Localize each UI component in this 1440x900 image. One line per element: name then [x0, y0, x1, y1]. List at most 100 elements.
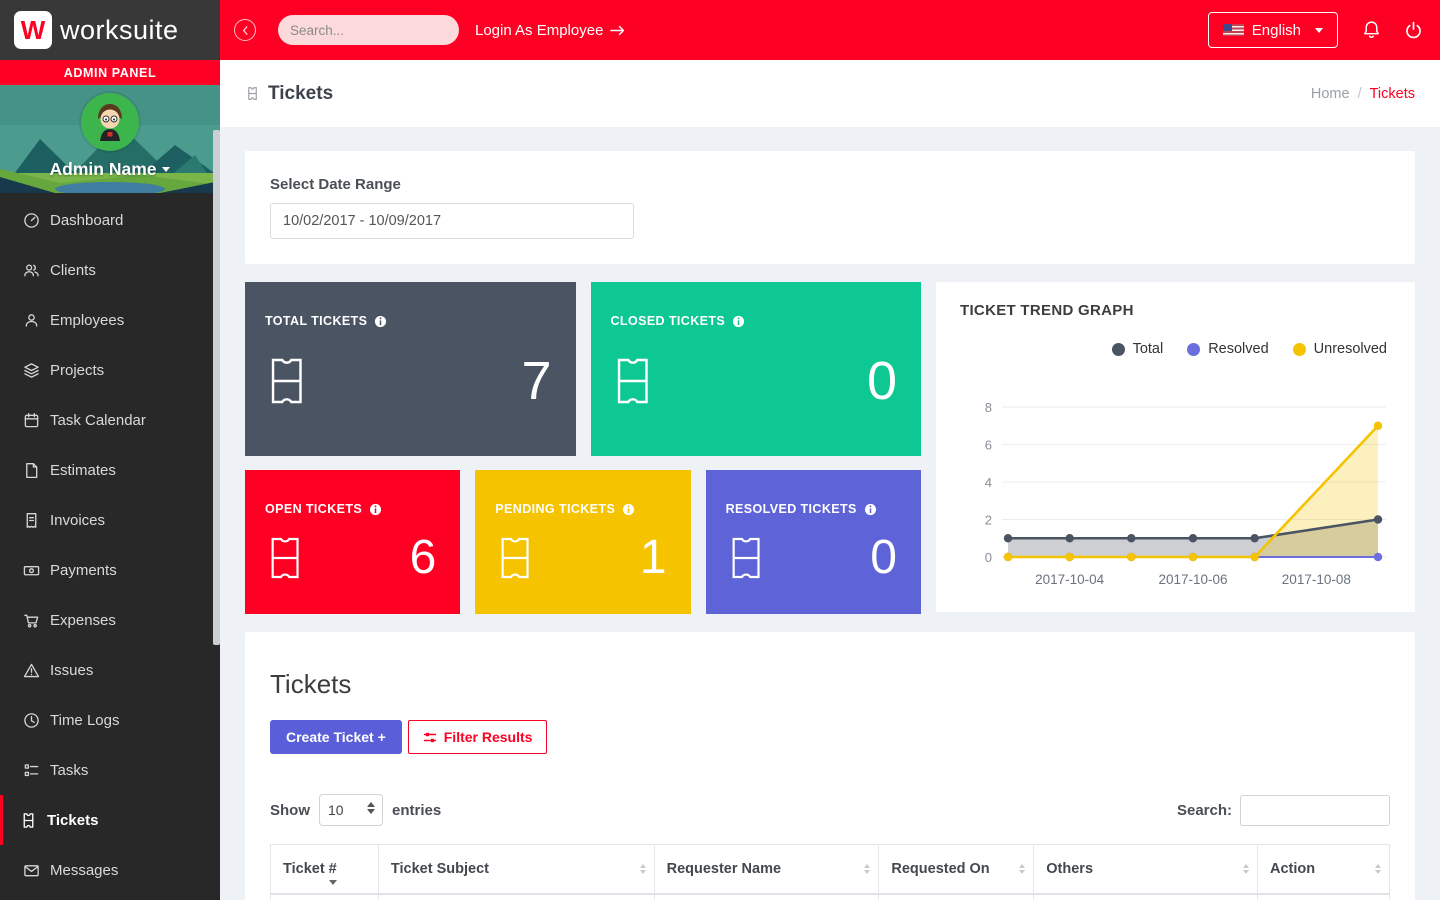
- tickets-heading: Tickets: [270, 669, 1390, 700]
- breadcrumb-current: Tickets: [1370, 86, 1415, 102]
- table-search-input[interactable]: [1240, 795, 1390, 826]
- main-content: Tickets Home / Tickets Select Date Range…: [220, 60, 1440, 900]
- content-area: Select Date Range TOTAL TICKETS 7: [220, 127, 1440, 900]
- svg-text:8: 8: [985, 400, 992, 415]
- sidebar-item-tickets[interactable]: Tickets: [0, 795, 220, 845]
- chevron-down-icon: [1315, 28, 1323, 33]
- cell-subject: Ticket 7: [378, 894, 654, 900]
- sidebar-item-task-calendar[interactable]: Task Calendar: [0, 395, 220, 445]
- column-header-action[interactable]: Action: [1258, 845, 1390, 895]
- arrow-right-icon: [610, 24, 626, 37]
- sidebar-item-dashboard[interactable]: Dashboard: [0, 195, 220, 245]
- column-header-ticket-no[interactable]: Ticket #: [271, 845, 379, 895]
- table-search-label: Search:: [1177, 802, 1232, 819]
- users-icon: [23, 262, 40, 279]
- layers-icon: [23, 362, 40, 379]
- info-icon[interactable]: [374, 315, 387, 328]
- clock-icon: [23, 712, 40, 729]
- legend-dot-resolved: [1187, 343, 1200, 356]
- topbar: W worksuite Login As Employee English: [0, 0, 1440, 60]
- user-menu[interactable]: Admin Name: [50, 159, 171, 180]
- ticket-icon: [499, 535, 537, 581]
- sidebar-item-messages[interactable]: Messages: [0, 845, 220, 895]
- sidebar-item-expenses[interactable]: Expenses: [0, 595, 220, 645]
- ticket-icon: [245, 85, 260, 102]
- sliders-icon: [423, 731, 437, 744]
- column-header-subject[interactable]: Ticket Subject: [378, 845, 654, 895]
- info-icon[interactable]: [864, 503, 877, 516]
- table-row: 7 Ticket 7 Maximillia Gleichner 03 Oct 2…: [271, 894, 1390, 900]
- trend-line-chart: 024682017-10-042017-10-062017-10-08: [960, 365, 1391, 603]
- legend-unresolved[interactable]: Unresolved: [1293, 341, 1387, 357]
- page-title: Tickets: [245, 83, 333, 105]
- date-range-input[interactable]: [270, 203, 634, 239]
- logout-button[interactable]: [1392, 0, 1434, 60]
- ticket-trend-chart-card: TICKET TREND GRAPH Total Resolved Unreso…: [936, 282, 1415, 612]
- stat-value: 0: [870, 534, 897, 582]
- legend-total[interactable]: Total: [1112, 341, 1164, 357]
- ticket-icon: [730, 535, 768, 581]
- svg-text:2017-10-04: 2017-10-04: [1035, 572, 1105, 587]
- sidebar-collapse-button[interactable]: [234, 19, 256, 41]
- filter-results-button[interactable]: Filter Results: [408, 720, 548, 754]
- sort-icon: [864, 864, 870, 874]
- ticket-icon: [269, 356, 311, 406]
- notifications-button[interactable]: [1350, 0, 1392, 60]
- column-header-requester[interactable]: Requester Name: [654, 845, 879, 895]
- stat-value: 0: [867, 354, 897, 408]
- power-icon: [1404, 21, 1423, 40]
- chevron-down-icon: [162, 167, 170, 172]
- sidebar-item-employees[interactable]: Employees: [0, 295, 220, 345]
- stat-value: 7: [521, 354, 551, 408]
- svg-text:4: 4: [985, 475, 992, 490]
- entries-select[interactable]: 10: [319, 794, 383, 826]
- cell-action: Action: [1258, 894, 1390, 900]
- stat-value: 6: [410, 534, 437, 582]
- stat-value: 1: [640, 534, 667, 582]
- info-icon[interactable]: [369, 503, 382, 516]
- task-list-icon: [23, 762, 40, 779]
- avatar[interactable]: [81, 93, 139, 151]
- info-icon[interactable]: [732, 315, 745, 328]
- sidebar-item-time-logs[interactable]: Time Logs: [0, 695, 220, 745]
- tickets-table: Ticket # Ticket Subject Requester Name R…: [270, 844, 1390, 900]
- login-as-employee-link[interactable]: Login As Employee: [475, 22, 626, 39]
- sidebar-item-tasks[interactable]: Tasks: [0, 745, 220, 795]
- sidebar-item-estimates[interactable]: Estimates: [0, 445, 220, 495]
- gauge-icon: [23, 212, 40, 229]
- column-header-requested-on[interactable]: Requested On: [879, 845, 1034, 895]
- sidebar-item-projects[interactable]: Projects: [0, 345, 220, 395]
- sort-icon: [1019, 864, 1025, 874]
- search-input[interactable]: [290, 23, 467, 38]
- cell-ticket-no: 7: [271, 894, 379, 900]
- stat-cards: TOTAL TICKETS 7 CLOSED TICKETS: [245, 282, 921, 614]
- svg-text:2017-10-08: 2017-10-08: [1282, 572, 1351, 587]
- sidebar-item-payments[interactable]: Payments: [0, 545, 220, 595]
- sidebar-menu: Dashboard Clients Employees Projects Tas…: [0, 193, 220, 895]
- sidebar-item-clients[interactable]: Clients: [0, 245, 220, 295]
- sort-icon: [640, 864, 646, 874]
- breadcrumb-home-link[interactable]: Home: [1311, 86, 1350, 102]
- cart-icon: [23, 612, 40, 629]
- svg-text:2: 2: [985, 513, 992, 528]
- sidebar-scrollbar[interactable]: [213, 130, 220, 645]
- banknote-icon: [23, 562, 40, 579]
- stat-card-total-tickets: TOTAL TICKETS 7: [245, 282, 576, 456]
- legend-resolved[interactable]: Resolved: [1187, 341, 1268, 357]
- logo[interactable]: W worksuite: [0, 0, 220, 60]
- sidebar-item-issues[interactable]: Issues: [0, 645, 220, 695]
- svg-text:6: 6: [985, 438, 992, 453]
- column-header-others[interactable]: Others: [1034, 845, 1258, 895]
- info-icon[interactable]: [622, 503, 635, 516]
- chart-title: TICKET TREND GRAPH: [960, 302, 1391, 319]
- language-selector[interactable]: English: [1208, 12, 1338, 48]
- us-flag-icon: [1223, 24, 1244, 36]
- stat-card-closed-tickets: CLOSED TICKETS 0: [591, 282, 922, 456]
- sidebar: ADMIN PANEL: [0, 60, 220, 900]
- tickets-table-card: Tickets Create Ticket + Filter Results S…: [245, 632, 1415, 900]
- create-ticket-button[interactable]: Create Ticket +: [270, 720, 402, 754]
- stat-card-open-tickets: OPEN TICKETS 6: [245, 470, 460, 614]
- app-root: W worksuite Login As Employee English: [0, 0, 1440, 900]
- sidebar-item-invoices[interactable]: Invoices: [0, 495, 220, 545]
- sort-icon: [1243, 864, 1249, 874]
